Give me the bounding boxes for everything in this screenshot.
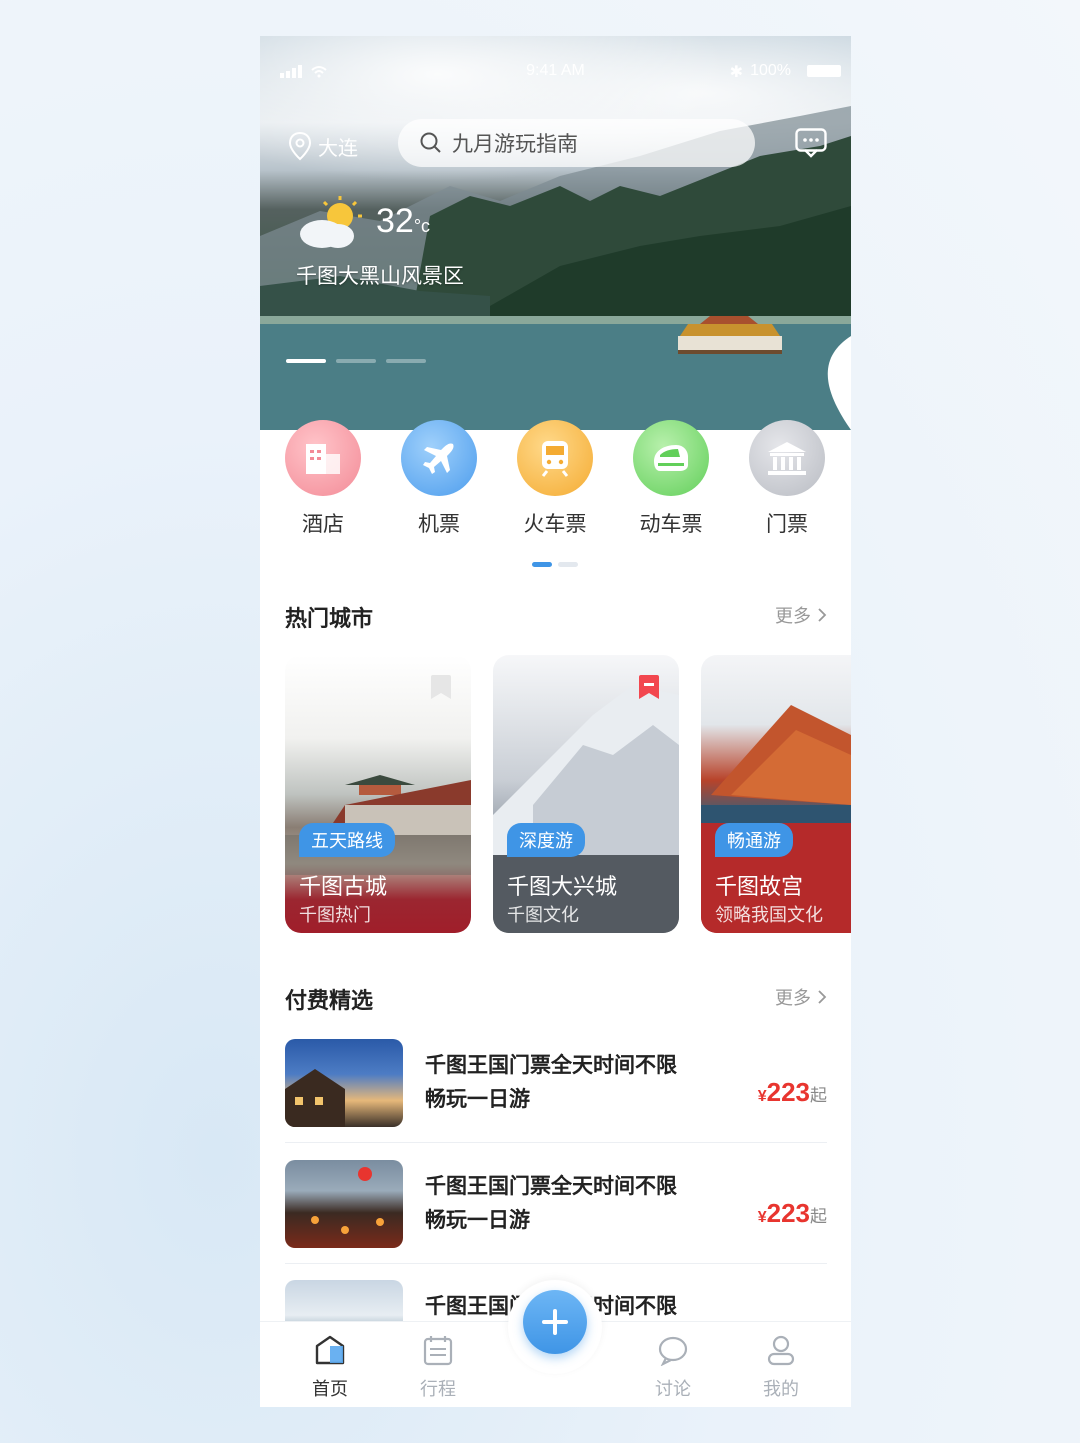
divider bbox=[285, 1142, 827, 1143]
pager-dot[interactable] bbox=[336, 359, 376, 363]
product-item[interactable]: 千图王国门票全天时间不限 畅玩一日游 ¥223起 bbox=[285, 1160, 827, 1264]
more-label: 更多 bbox=[775, 606, 811, 627]
product-price: ¥223起 bbox=[758, 1077, 827, 1108]
tab-label: 行程 bbox=[420, 1379, 456, 1400]
bookmark-icon[interactable] bbox=[637, 673, 661, 701]
product-title-line2: 畅玩一日游 bbox=[425, 1208, 530, 1232]
category-flight[interactable]: 机票 bbox=[381, 420, 497, 538]
city-name: 千图大兴城 bbox=[507, 875, 618, 900]
price-currency: ¥ bbox=[757, 1088, 767, 1105]
bookmark-icon[interactable] bbox=[429, 673, 453, 701]
product-thumbnail bbox=[285, 1160, 403, 1248]
category-label: 动车票 bbox=[639, 512, 703, 536]
city-name: 千图故宫 bbox=[715, 875, 804, 900]
product-title-line2: 畅玩一日游 bbox=[425, 1087, 530, 1111]
city-tag: 五天路线 bbox=[299, 823, 395, 857]
banner-pager bbox=[286, 359, 426, 363]
temperature-value: 32 bbox=[376, 202, 414, 240]
chevron-right-icon bbox=[818, 990, 827, 1004]
search-input[interactable]: 九月游玩指南 bbox=[398, 119, 755, 167]
city-name: 千图古城 bbox=[299, 875, 388, 900]
section-title-hot-cities: 热门城市 bbox=[285, 607, 374, 632]
price-suffix: 起 bbox=[810, 1086, 827, 1106]
product-item[interactable]: 千图王国门票全天时间不限 畅玩一日游 ¥223起 bbox=[285, 1039, 827, 1143]
search-icon bbox=[420, 132, 441, 153]
message-icon[interactable] bbox=[795, 128, 827, 158]
train-icon bbox=[517, 420, 593, 496]
pager-dot[interactable] bbox=[386, 359, 426, 363]
divider bbox=[285, 1263, 827, 1264]
category-tickets[interactable]: 门票 bbox=[729, 420, 845, 538]
section-title-paid-picks: 付费精选 bbox=[285, 989, 374, 1014]
hotel-icon bbox=[285, 420, 361, 496]
bluetooth-icon: ✱ bbox=[729, 62, 743, 81]
search-placeholder: 九月游玩指南 bbox=[452, 132, 578, 156]
pager-dot[interactable] bbox=[286, 359, 326, 363]
plus-icon bbox=[542, 1309, 568, 1335]
product-price: ¥223起 bbox=[758, 1198, 827, 1229]
user-icon bbox=[767, 1335, 795, 1366]
category-bullet-train[interactable]: 动车票 bbox=[613, 420, 729, 538]
add-button[interactable] bbox=[523, 1290, 587, 1354]
scenic-spot-name: 千图大黑山风景区 bbox=[296, 264, 464, 288]
product-title-line1: 千图王国门票全天时间不限 bbox=[425, 1174, 677, 1198]
home-icon bbox=[315, 1335, 345, 1365]
category-label: 火车票 bbox=[523, 512, 587, 536]
category-grid: 酒店 机票 火车票 动车票 门票 bbox=[260, 420, 851, 540]
museum-icon bbox=[749, 420, 825, 496]
city-tag: 畅通游 bbox=[715, 823, 793, 857]
temperature-unit: °c bbox=[413, 216, 431, 236]
tab-label: 讨论 bbox=[655, 1379, 691, 1400]
tab-profile[interactable]: 我的 bbox=[741, 1334, 821, 1401]
temperature: 32°c bbox=[376, 202, 430, 241]
bullet-train-icon bbox=[633, 420, 709, 496]
hero-banner[interactable]: 9:41 AM ✱ 100% 大连 九月游玩指南 32°c 千图大黑山风景区 bbox=[260, 36, 851, 430]
product-title-line1: 千图王国门票全天时间不限 bbox=[425, 1053, 677, 1077]
tab-label: 首页 bbox=[312, 1379, 348, 1400]
location-pin-icon bbox=[288, 131, 312, 161]
pager-dot[interactable] bbox=[558, 562, 578, 567]
paid-picks-more-link[interactable]: 更多 bbox=[775, 984, 827, 1010]
battery-icon bbox=[807, 65, 841, 77]
tab-discussion[interactable]: 讨论 bbox=[633, 1334, 713, 1401]
more-label: 更多 bbox=[775, 988, 811, 1009]
tab-home[interactable]: 首页 bbox=[290, 1334, 370, 1401]
status-bar: 9:41 AM ✱ 100% bbox=[260, 58, 851, 86]
category-hotel[interactable]: 酒店 bbox=[265, 420, 381, 538]
category-label: 酒店 bbox=[302, 512, 344, 536]
location-label: 大连 bbox=[318, 135, 358, 160]
city-card[interactable]: 畅通游 千图故宫 领略我国文化 bbox=[701, 655, 851, 933]
category-pager bbox=[532, 562, 578, 567]
price-suffix: 起 bbox=[810, 1207, 827, 1227]
calendar-icon bbox=[423, 1336, 453, 1366]
city-subtitle: 千图热门 bbox=[299, 905, 371, 926]
pager-dot[interactable] bbox=[532, 562, 552, 567]
chevron-right-icon bbox=[818, 608, 827, 622]
price-currency: ¥ bbox=[757, 1209, 767, 1226]
category-label: 机票 bbox=[418, 512, 460, 536]
tab-label: 我的 bbox=[763, 1379, 799, 1400]
city-subtitle: 领略我国文化 bbox=[715, 905, 823, 926]
city-card[interactable]: 深度游 千图大兴城 千图文化 bbox=[493, 655, 679, 933]
city-subtitle: 千图文化 bbox=[507, 905, 579, 926]
price-value: 223 bbox=[766, 1077, 810, 1107]
plane-icon bbox=[401, 420, 477, 496]
hot-cities-more-link[interactable]: 更多 bbox=[775, 602, 827, 628]
partly-cloudy-icon bbox=[300, 196, 362, 248]
category-train[interactable]: 火车票 bbox=[497, 420, 613, 538]
phone-screen: 9:41 AM ✱ 100% 大连 九月游玩指南 32°c 千图大黑山风景区 酒… bbox=[260, 36, 851, 1407]
price-value: 223 bbox=[766, 1198, 810, 1228]
city-tag: 深度游 bbox=[507, 823, 585, 857]
chat-icon bbox=[658, 1336, 688, 1367]
category-label: 门票 bbox=[766, 512, 808, 536]
tab-itinerary[interactable]: 行程 bbox=[398, 1334, 478, 1401]
battery-percent: 100% bbox=[750, 62, 791, 79]
product-thumbnail bbox=[285, 1039, 403, 1127]
location-selector[interactable]: 大连 bbox=[288, 131, 358, 161]
city-card[interactable]: 五天路线 千图古城 千图热门 bbox=[285, 655, 471, 933]
